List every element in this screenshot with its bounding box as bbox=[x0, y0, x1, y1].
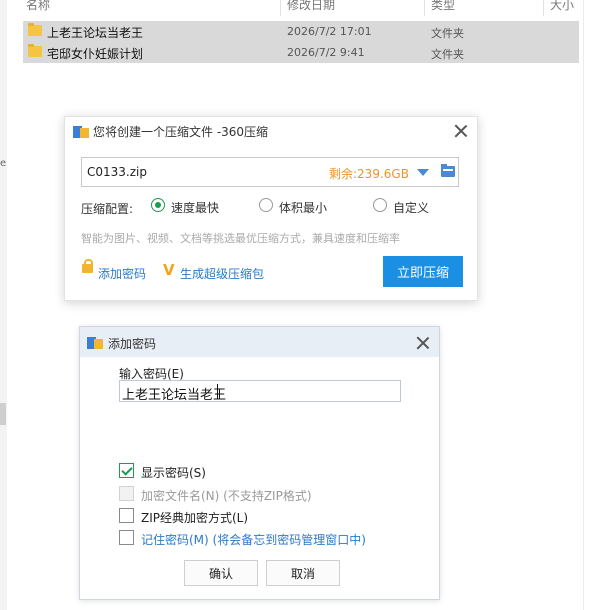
option-label: 自定义 bbox=[393, 201, 430, 215]
checkbox-label: 显示密码(S) bbox=[141, 466, 206, 480]
file-date: 2026/7/2 9:41 bbox=[287, 46, 365, 59]
option-label: 速度最快 bbox=[171, 201, 220, 215]
archive-path-field[interactable]: C0133.zip 剩余:239.6GB bbox=[81, 157, 459, 187]
file-name: 宅邸女仆妊娠计划 bbox=[47, 47, 144, 61]
column-divider[interactable] bbox=[280, 0, 281, 16]
checkbox-icon bbox=[119, 508, 134, 523]
checkbox-icon bbox=[119, 486, 134, 501]
browse-folder-icon[interactable] bbox=[441, 164, 455, 177]
close-icon[interactable] bbox=[454, 124, 468, 138]
file-date: 2026/7/2 17:01 bbox=[287, 25, 372, 38]
file-name: 上老王论坛当老王 bbox=[47, 26, 144, 40]
file-row[interactable]: 宅邸女仆妊娠计划 2026/7/2 9:41 文件夹 bbox=[23, 42, 579, 63]
ok-button[interactable]: 确认 bbox=[184, 560, 258, 586]
column-divider[interactable] bbox=[424, 0, 425, 16]
checkbox-label: 加密文件名(N) (不支持ZIP格式) bbox=[141, 489, 312, 503]
v-icon: V bbox=[163, 261, 175, 279]
option-label: 体积最小 bbox=[279, 201, 328, 215]
column-size[interactable]: 大小 bbox=[550, 0, 574, 13]
dialog-titlebar[interactable]: 您将创建一个压缩文件 -360压缩 bbox=[65, 117, 477, 145]
column-name[interactable]: 名称 bbox=[26, 0, 50, 13]
hint-text: 智能为图片、视频、文档等挑选最优压缩方式，兼具速度和压缩率 bbox=[81, 232, 400, 245]
super-package-link[interactable]: 生成超级压缩包 bbox=[180, 265, 264, 282]
lock-icon bbox=[82, 259, 93, 273]
dialog-title: 您将创建一个压缩文件 -360压缩 bbox=[93, 125, 269, 139]
compress-dialog: 您将创建一个压缩文件 -360压缩 C0133.zip 剩余:239.6GB 压… bbox=[64, 116, 478, 301]
dropdown-icon[interactable] bbox=[417, 169, 429, 176]
compress-now-button[interactable]: 立即压缩 bbox=[383, 256, 463, 287]
password-dialog: 添加密码 输入密码(E) 上老王论坛当老王 显示密码(S) 加密文件名(N) (… bbox=[79, 326, 440, 600]
radio-icon bbox=[259, 198, 273, 212]
column-type[interactable]: 类型 bbox=[431, 0, 455, 13]
dialog-titlebar[interactable]: 添加密码 bbox=[80, 327, 439, 357]
checkbox-label: 记住密码(M) (将会备忘到密码管理窗口中) bbox=[141, 533, 366, 547]
dialog-title: 添加密码 bbox=[108, 337, 157, 351]
close-icon[interactable] bbox=[416, 336, 430, 350]
radio-icon bbox=[373, 198, 387, 212]
file-type: 文件夹 bbox=[431, 27, 464, 40]
checkbox-check-icon bbox=[119, 463, 134, 478]
folder-icon bbox=[28, 23, 42, 36]
text-caret bbox=[217, 384, 218, 399]
password-input[interactable]: 上老王论坛当老王 bbox=[119, 380, 401, 403]
navigation-pane-edge bbox=[0, 0, 7, 610]
scrollbar-thumb[interactable] bbox=[0, 403, 6, 425]
config-label: 压缩配置: bbox=[81, 202, 134, 216]
scrollbar-track bbox=[583, 0, 584, 610]
side-mark: e bbox=[0, 158, 7, 169]
file-row[interactable]: 上老王论坛当老王 2026/7/2 17:01 文件夹 bbox=[23, 21, 579, 42]
checkbox-label: ZIP经典加密方式(L) bbox=[141, 511, 249, 525]
checkbox-icon bbox=[119, 530, 134, 545]
cancel-button[interactable]: 取消 bbox=[266, 560, 340, 586]
column-header: 名称 修改日期 类型 大小 bbox=[0, 0, 603, 16]
column-date[interactable]: 修改日期 bbox=[287, 0, 335, 13]
column-divider[interactable] bbox=[543, 0, 544, 16]
radio-icon bbox=[151, 198, 165, 212]
app-icon bbox=[73, 124, 89, 138]
folder-icon bbox=[28, 44, 42, 57]
free-space: 剩余:239.6GB bbox=[329, 167, 409, 181]
app-icon bbox=[87, 335, 103, 349]
password-value: 上老王论坛当老王 bbox=[122, 388, 227, 403]
add-password-link[interactable]: 添加密码 bbox=[98, 265, 146, 282]
archive-name[interactable]: C0133.zip bbox=[87, 165, 147, 179]
file-type: 文件夹 bbox=[431, 48, 464, 61]
